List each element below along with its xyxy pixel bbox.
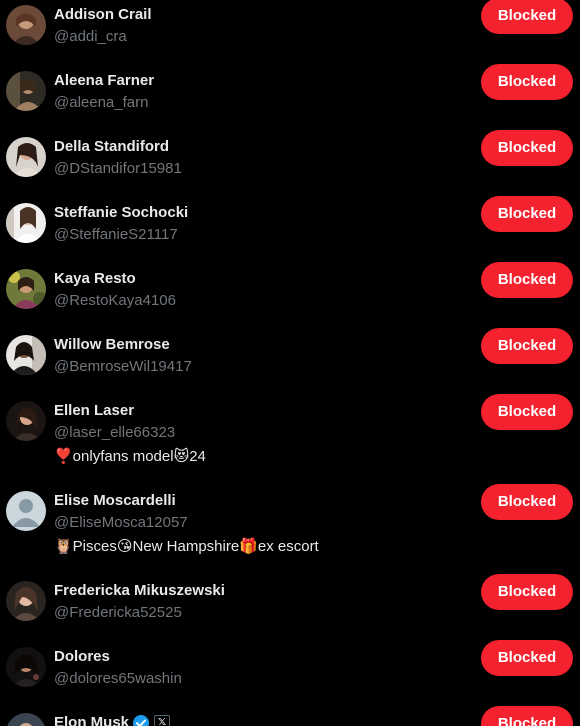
blocked-button[interactable]: Blocked [481, 130, 573, 166]
user-handle[interactable]: @DStandifor15981 [54, 159, 182, 179]
blocked-accounts-list: Addison Crail @addi_cra Blocked Aleena F… [0, 0, 580, 726]
name-line: Elon Musk 𝕏 [54, 713, 171, 726]
name-line: Elise Moscardelli [54, 491, 176, 511]
blocked-button[interactable]: Blocked [481, 706, 573, 726]
display-name[interactable]: Elon Musk [54, 713, 129, 726]
display-name[interactable]: Dolores [54, 647, 110, 667]
list-item[interactable]: Kaya Resto @RestoKaya4106 Blocked [0, 262, 580, 329]
user-handle[interactable]: @BemroseWil19417 [54, 357, 192, 377]
user-handle[interactable]: @SteffanieS21117 [54, 225, 178, 245]
avatar[interactable] [6, 5, 46, 45]
list-item[interactable]: Elise Moscardelli @EliseMosca12057 🦉Pisc… [0, 484, 580, 571]
name-line: Dolores [54, 647, 110, 667]
name-line: Della Standiford [54, 137, 169, 157]
blocked-button[interactable]: Blocked [481, 640, 573, 676]
display-name[interactable]: Ellen Laser [54, 401, 134, 421]
list-item[interactable]: Addison Crail @addi_cra Blocked [0, 0, 580, 65]
blocked-button[interactable]: Blocked [481, 64, 573, 100]
list-item[interactable]: Elon Musk 𝕏 Blocked [0, 706, 580, 726]
list-item[interactable]: Aleena Farner @aleena_farn Blocked [0, 64, 580, 131]
name-line: Aleena Farner [54, 71, 154, 91]
user-bio: ❣️onlyfans model😻24 [54, 448, 206, 465]
name-line: Ellen Laser [54, 401, 134, 421]
user-handle[interactable]: @dolores65washin [54, 669, 182, 689]
avatar[interactable] [6, 71, 46, 111]
x-affiliation-icon: 𝕏 [154, 715, 171, 726]
list-item[interactable]: Della Standiford @DStandifor15981 Blocke… [0, 130, 580, 197]
blocked-button[interactable]: Blocked [481, 328, 573, 364]
avatar[interactable] [6, 647, 46, 687]
user-handle[interactable]: @addi_cra [54, 27, 127, 47]
user-handle[interactable]: @aleena_farn [54, 93, 148, 113]
blocked-button[interactable]: Blocked [481, 574, 573, 610]
user-handle[interactable]: @laser_elle66323 [54, 423, 175, 443]
blocked-button[interactable]: Blocked [481, 484, 573, 520]
avatar[interactable] [6, 137, 46, 177]
display-name[interactable]: Della Standiford [54, 137, 169, 157]
name-line: Willow Bemrose [54, 335, 170, 355]
blocked-button[interactable]: Blocked [481, 0, 573, 34]
avatar[interactable] [6, 401, 46, 441]
avatar[interactable] [6, 581, 46, 621]
name-line: Fredericka Mikuszewski [54, 581, 225, 601]
avatar[interactable] [6, 713, 46, 726]
name-line: Addison Crail [54, 5, 152, 25]
blocked-button[interactable]: Blocked [481, 196, 573, 232]
display-name[interactable]: Aleena Farner [54, 71, 154, 91]
name-line: Kaya Resto [54, 269, 136, 289]
blocked-button[interactable]: Blocked [481, 262, 573, 298]
verified-badge-icon [132, 714, 150, 726]
list-item[interactable]: Ellen Laser @laser_elle66323 ❣️onlyfans … [0, 394, 580, 481]
display-name[interactable]: Willow Bemrose [54, 335, 170, 355]
user-handle[interactable]: @EliseMosca12057 [54, 513, 188, 533]
avatar[interactable] [6, 335, 46, 375]
list-item[interactable]: Fredericka Mikuszewski @Fredericka52525 … [0, 574, 580, 641]
avatar[interactable] [6, 269, 46, 309]
avatar[interactable] [6, 203, 46, 243]
blocked-button[interactable]: Blocked [481, 394, 573, 430]
display-name[interactable]: Kaya Resto [54, 269, 136, 289]
user-handle[interactable]: @Fredericka52525 [54, 603, 182, 623]
default-avatar-icon[interactable] [6, 491, 46, 531]
list-item[interactable]: Steffanie Sochocki @SteffanieS21117 Bloc… [0, 196, 580, 263]
display-name[interactable]: Steffanie Sochocki [54, 203, 188, 223]
user-bio: 🦉Pisces😘New Hampshire🎁ex escort [54, 538, 319, 555]
name-line: Steffanie Sochocki [54, 203, 188, 223]
user-handle[interactable]: @RestoKaya4106 [54, 291, 176, 311]
display-name[interactable]: Addison Crail [54, 5, 152, 25]
display-name[interactable]: Fredericka Mikuszewski [54, 581, 225, 601]
display-name[interactable]: Elise Moscardelli [54, 491, 176, 511]
list-item[interactable]: Willow Bemrose @BemroseWil19417 Blocked [0, 328, 580, 395]
list-item[interactable]: Dolores @dolores65washin Blocked [0, 640, 580, 707]
